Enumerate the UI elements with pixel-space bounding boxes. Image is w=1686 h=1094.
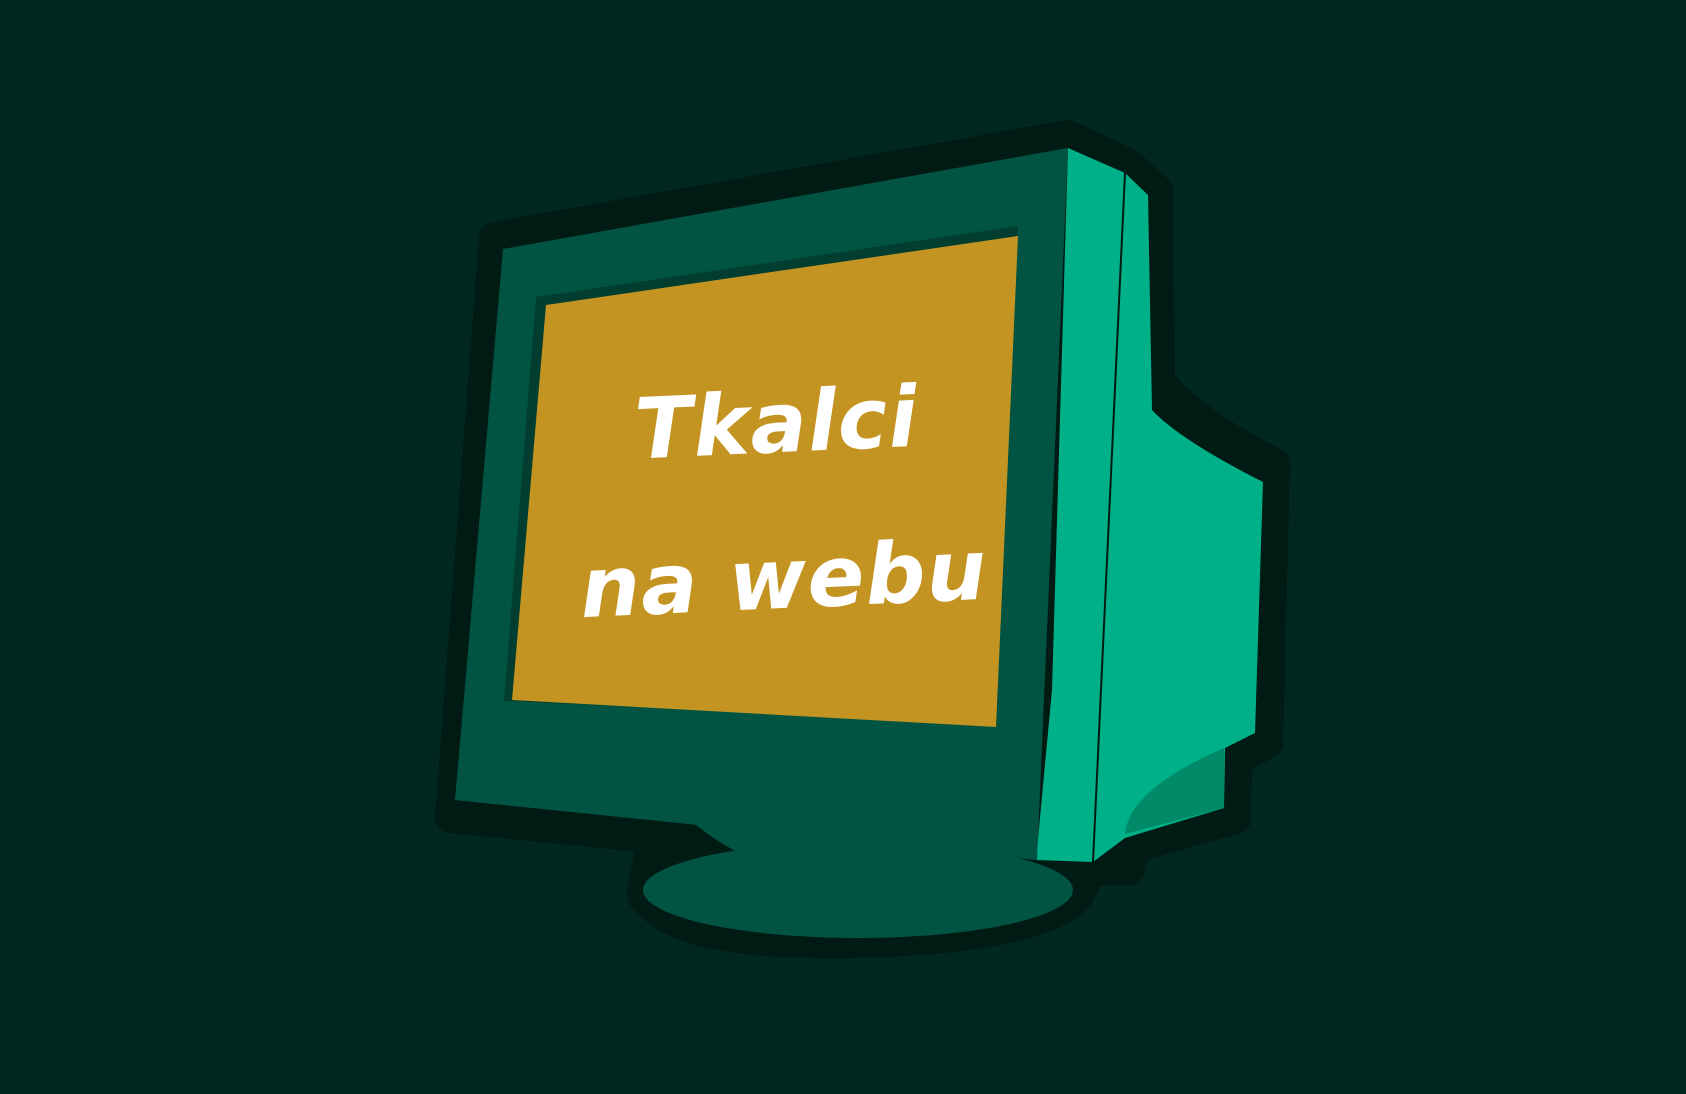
title-line-2: na webu (577, 520, 990, 638)
illustration-canvas: Tkalci na webu (0, 0, 1686, 1094)
title-line-1: Tkalci (632, 367, 921, 479)
screen-title: Tkalci na webu (553, 335, 1007, 667)
